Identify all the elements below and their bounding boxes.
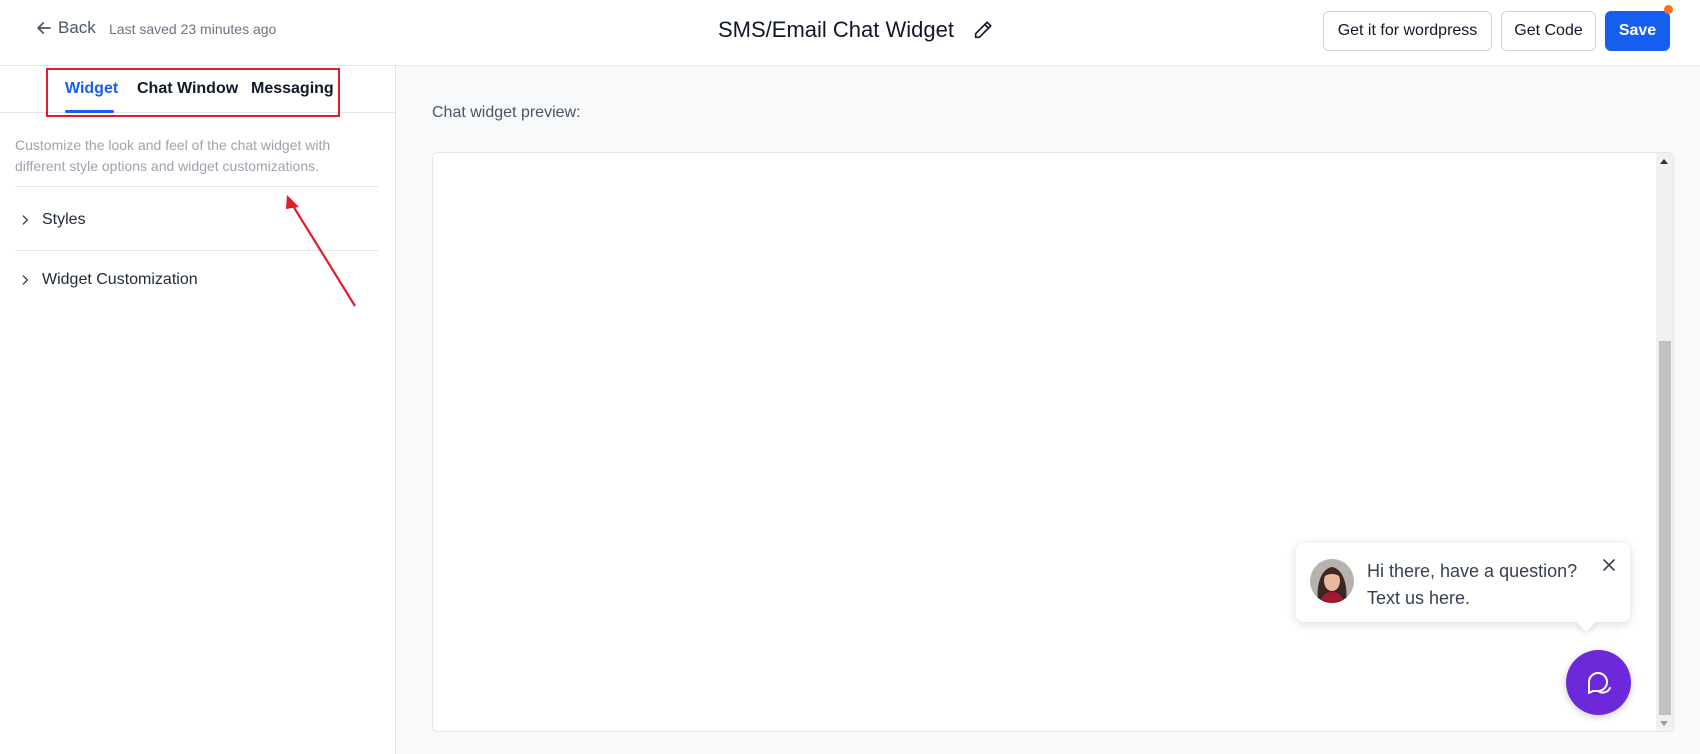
accordion-widget-customization[interactable]: Widget Customization [18,271,198,289]
chevron-right-icon [22,275,28,285]
title-group: SMS/Email Chat Widget [718,17,994,43]
scroll-up-arrow-icon[interactable] [1660,159,1668,164]
preview-label: Chat widget preview: [432,104,581,121]
page-title: SMS/Email Chat Widget [718,17,954,42]
divider [15,186,378,187]
chat-prompt-bubble[interactable]: Hi there, have a question? Text us here. [1296,543,1630,632]
chat-launcher-button[interactable] [1566,650,1631,715]
accordion-styles[interactable]: Styles [18,211,86,229]
preview-area: Chat widget preview: Hi there, have a qu… [397,66,1700,754]
settings-panel: Widget Chat Window Messaging Customize t… [0,66,396,754]
accordion-label: Widget Customization [42,271,198,288]
chevron-right-icon [22,215,28,225]
avatar [1310,559,1354,603]
tab-bar: Widget Chat Window Messaging [0,66,396,117]
arrow-left-icon [37,22,51,34]
back-button[interactable]: Back [34,18,96,38]
bubble-line: Text us here. [1367,588,1471,608]
back-label: Back [58,18,96,37]
get-wordpress-button[interactable]: Get it for wordpress [1323,11,1492,51]
pencil-icon[interactable] [972,19,994,41]
bubble-message: Hi there, have a question? Text us here. [1367,558,1577,612]
annotation-box [46,68,340,117]
scrollbar-thumb[interactable] [1659,341,1671,715]
scrollbar[interactable] [1656,153,1673,731]
get-code-button[interactable]: Get Code [1501,11,1596,51]
annotation-arrow [286,195,356,307]
panel-description: Customize the look and feel of the chat … [15,137,331,174]
chat-icon [1587,671,1611,694]
notification-dot [1664,5,1673,14]
save-button[interactable]: Save [1605,11,1670,51]
scroll-down-arrow-icon[interactable] [1660,721,1668,726]
bubble-tail [1576,612,1596,632]
accordion-label: Styles [42,211,86,228]
top-header: Back Last saved 23 minutes ago SMS/Email… [0,0,1700,66]
preview-frame: Hi there, have a question? Text us here. [432,152,1674,732]
last-saved-text: Last saved 23 minutes ago [109,21,277,37]
bubble-line: Hi there, have a question? [1367,561,1578,581]
close-icon[interactable] [1602,558,1616,572]
